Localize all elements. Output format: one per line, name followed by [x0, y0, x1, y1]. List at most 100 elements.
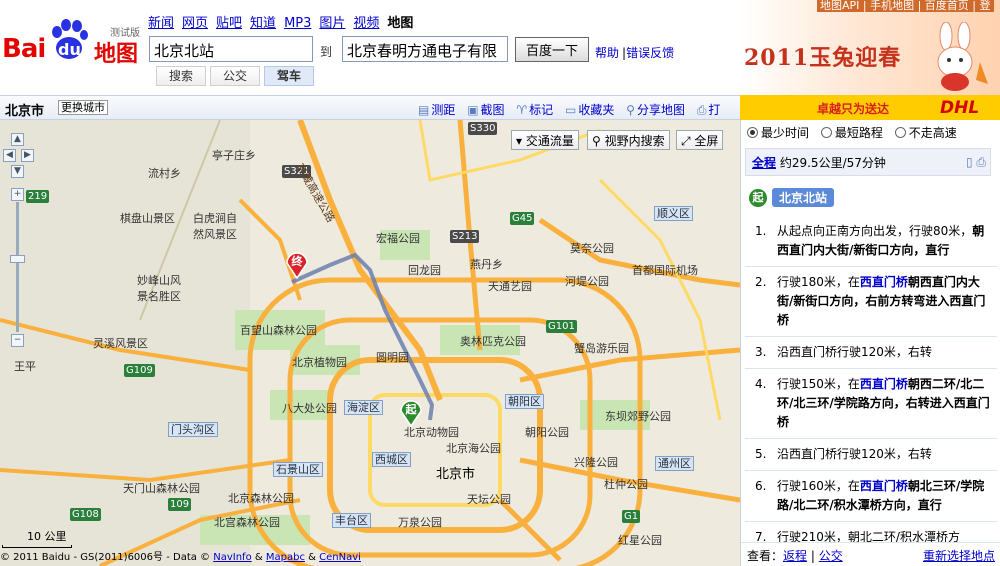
view-search-label: 视野内搜索	[604, 134, 665, 148]
end-pin-label: 终	[292, 254, 304, 268]
map-label: 亭子庄乡	[212, 149, 256, 162]
nav-images[interactable]: 图片	[319, 16, 345, 31]
road-sign: G109	[124, 364, 155, 377]
zoom-slider-track[interactable]	[16, 202, 19, 332]
transit-link[interactable]: 公交	[819, 549, 843, 563]
road-sign: S213	[450, 230, 480, 243]
copyright-link-navinfo[interactable]: NavInfo	[213, 552, 251, 563]
ad-text: 卓越只为送达	[817, 102, 890, 116]
radio-icon[interactable]	[820, 127, 832, 138]
pan-left-button[interactable]: ◀	[3, 149, 16, 162]
copyright-link-mapabc[interactable]: Mapabc	[266, 552, 305, 563]
road-sign: G1	[622, 510, 641, 523]
route-step[interactable]: 1. 从起点向正南方向出发，行驶80米，朝西直门内大街/新街口方向，直行	[745, 216, 997, 267]
step-link[interactable]: 西直门桥	[860, 479, 908, 493]
step-text: 沿西直门桥行驶120米，右转	[777, 345, 932, 359]
nav-web[interactable]: 网页	[182, 16, 208, 31]
tool-measure-label: 测距	[431, 103, 456, 117]
start-name[interactable]: 北京北站	[772, 188, 835, 207]
nav-news[interactable]: 新闻	[148, 16, 174, 31]
tool-measure[interactable]: ▤ 测距	[418, 103, 455, 117]
tab-transit[interactable]: 公交	[210, 66, 260, 86]
fullscreen-button[interactable]: ⤢ 全屏	[676, 130, 724, 150]
map-label: 蟹岛游乐园	[574, 342, 629, 355]
view-search-button[interactable]: ⚲ 视野内搜索	[587, 130, 670, 150]
step-text: 从起点向正南方向出发，行驶80米，	[777, 224, 973, 238]
tool-favorites[interactable]: ▭ 收藏夹	[565, 103, 614, 117]
radio-icon[interactable]	[747, 127, 758, 138]
step-link[interactable]: 西直门桥	[860, 275, 908, 289]
logo-beta: 测试版	[110, 28, 140, 39]
printer-icon: ⎙	[696, 103, 707, 117]
option-no-highway[interactable]: 不走高速	[894, 126, 957, 140]
start-pin-icon[interactable]: 起	[398, 395, 424, 427]
switch-city-button[interactable]: 更换城市	[58, 100, 108, 115]
printer-icon[interactable]: ⎙	[976, 155, 986, 169]
pan-up-button[interactable]: ▲	[11, 133, 24, 146]
start-badge: 起	[749, 188, 767, 207]
pan-right-button[interactable]: ▶	[21, 149, 34, 162]
step-link[interactable]: 西直门桥	[860, 377, 908, 391]
tool-share[interactable]: ⚲ 分享地图	[626, 103, 685, 117]
help-link[interactable]: 帮助	[595, 46, 619, 60]
top-nav: 新闻 网页 贴吧 知道 MP3 图片 视频 地图	[148, 12, 413, 31]
send-to-phone-icon[interactable]: ▯	[966, 155, 973, 169]
to-label: 到	[320, 45, 333, 59]
zoom-slider-handle[interactable]	[10, 255, 25, 263]
option-fastest[interactable]: 最少时间	[747, 126, 809, 140]
copyright-amp: &	[254, 552, 263, 563]
help-links: 帮助 |错误反馈	[595, 44, 677, 61]
nav-video[interactable]: 视频	[353, 16, 379, 31]
tab-search[interactable]: 搜索	[156, 66, 206, 86]
traffic-button-label: 交通流量	[525, 134, 574, 148]
search-button[interactable]: 百度一下	[515, 37, 589, 62]
map-label: 万泉公园	[398, 516, 442, 529]
return-route-link[interactable]: 返程	[783, 549, 807, 563]
zoom-out-button[interactable]: −	[11, 334, 24, 347]
end-pin-icon[interactable]: 终	[284, 247, 310, 279]
full-route-link[interactable]: 全程	[752, 156, 776, 170]
promo-banner[interactable]: 地图API | 手机地图 | 百度首页 | 登 2011玉兔迎春	[740, 0, 1000, 95]
ruler-icon: ▤	[418, 103, 430, 117]
pan-down-button[interactable]: ▼	[11, 165, 24, 178]
from-input[interactable]: 北京北站	[149, 36, 313, 62]
district-label: 顺义区	[654, 206, 693, 221]
step-number: 4.	[755, 377, 767, 391]
tool-screenshot[interactable]: ▣ 截图	[467, 103, 504, 117]
logo-du: du	[58, 40, 81, 59]
banner-links[interactable]: 地图API | 手机地图 | 百度首页 | 登	[817, 0, 994, 12]
summary-tools: ▯ ⎙	[966, 155, 986, 170]
to-input[interactable]: 北京春明方通电子有限	[342, 36, 508, 62]
reselect-location-link[interactable]: 重新选择地点	[923, 547, 995, 564]
road-sign: G108	[70, 508, 101, 521]
map-canvas[interactable]: 亭子庄乡 流村乡 棋盘山景区 白虎涧自然风景区 妙峰山风景名胜区 灵溪风景区 王…	[0, 120, 740, 566]
option-shortest[interactable]: 最短路程	[820, 126, 883, 140]
traffic-button[interactable]: ▾ 交通流量	[511, 130, 579, 150]
route-step[interactable]: 3. 沿西直门桥行驶120米，右转	[745, 337, 997, 369]
zoom-in-button[interactable]: +	[11, 188, 24, 201]
step-number: 1.	[755, 224, 767, 238]
route-step[interactable]: 6. 行驶160米，在西直门桥朝北三环/学院路/北二环/积水潭桥方向，直行	[745, 471, 997, 522]
route-step[interactable]: 5. 沿西直门桥行驶120米，右转	[745, 439, 997, 471]
option-fastest-label: 最少时间	[761, 126, 810, 140]
district-label: 海淀区	[344, 400, 383, 415]
copyright-link-cennavi[interactable]: CenNavi	[319, 552, 361, 563]
feedback-link[interactable]: 错误反馈	[626, 46, 674, 60]
map-label: 天门山森林公园	[123, 482, 200, 495]
tab-drive[interactable]: 驾车	[264, 66, 314, 86]
tool-mark[interactable]: ♈ 标记	[516, 103, 553, 117]
map-label: 百望山森林公园	[240, 324, 317, 337]
baidu-map-logo[interactable]: Bai du 地图 测试版	[2, 16, 147, 72]
step-text: 沿西直门桥行驶120米，右转	[777, 447, 932, 461]
district-label: 西城区	[372, 452, 411, 467]
route-step[interactable]: 4. 行驶150米，在西直门桥朝西二环/北二环/北三环/学院路方向，右转进入西直…	[745, 369, 997, 439]
start-pin-label: 起	[405, 402, 418, 416]
route-step[interactable]: 2. 行驶180米，在西直门桥朝西直门内大街/新街口方向，右前方转弯进入西直门桥	[745, 267, 997, 337]
map-label: 莫奈公园	[570, 242, 614, 255]
radio-icon[interactable]	[894, 127, 906, 138]
nav-tieba[interactable]: 贴吧	[216, 16, 242, 31]
nav-zhidao[interactable]: 知道	[250, 16, 276, 31]
map-label: 北京海公园	[446, 442, 501, 455]
dhl-ad[interactable]: 卓越只为送达 DHL	[740, 95, 1000, 120]
nav-mp3[interactable]: MP3	[284, 16, 311, 31]
